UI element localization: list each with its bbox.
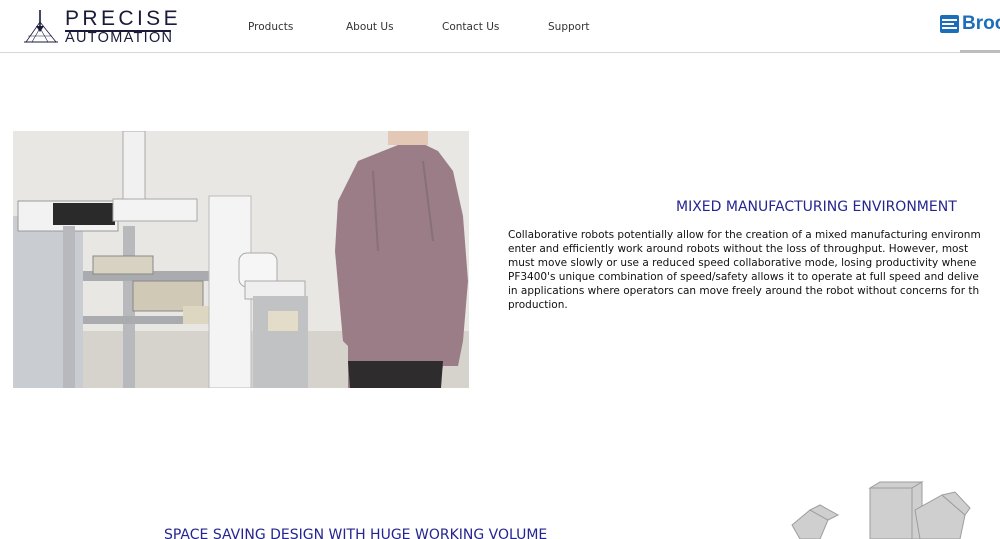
workspace-boxes-illustration — [791, 481, 971, 539]
section-title-space-saving: SPACE SAVING DESIGN WITH HUGE WORKING VO… — [164, 527, 548, 539]
nav-about-us-link[interactable]: About Us — [346, 21, 394, 33]
description-line: in applications where operators can move… — [508, 285, 980, 297]
description-line: enter and efficiently work around robots… — [508, 243, 969, 255]
nav-products-link[interactable]: Products — [248, 21, 293, 33]
description-line: Collaborative robots potentially allow f… — [508, 229, 981, 241]
logo-text-automation: AUTOMATION — [65, 30, 174, 46]
robot-arm-logo-icon — [24, 10, 58, 43]
description-line: PF3400's unique combination of speed/saf… — [508, 271, 979, 283]
brooks-logo-icon — [940, 15, 959, 33]
precise-automation-logo[interactable]: PRECISE AUTOMATION — [22, 8, 182, 46]
section-title-mixed-manufacturing: MIXED MANUFACTURING ENVIRONMENT — [676, 199, 957, 215]
robot-workcell-illustration — [13, 131, 469, 388]
site-header: PRECISE AUTOMATION Products About Us Con… — [0, 0, 1000, 53]
description-line: production. — [508, 299, 568, 311]
description-line: must move slowly or use a reduced speed … — [508, 257, 977, 269]
working-volume-render — [780, 480, 1000, 539]
section-description: Collaborative robots potentially allow f… — [508, 228, 1000, 312]
header-accent-line — [960, 50, 1000, 53]
brooks-partner-logo[interactable]: Brooks — [939, 13, 1000, 37]
nav-contact-us-link[interactable]: Contact Us — [442, 21, 499, 33]
logo-text-precise: PRECISE — [65, 7, 181, 30]
nav-support-link[interactable]: Support — [548, 21, 590, 33]
collaborative-robot-photo — [13, 131, 469, 388]
brooks-logo-text: Brooks — [962, 13, 1000, 34]
